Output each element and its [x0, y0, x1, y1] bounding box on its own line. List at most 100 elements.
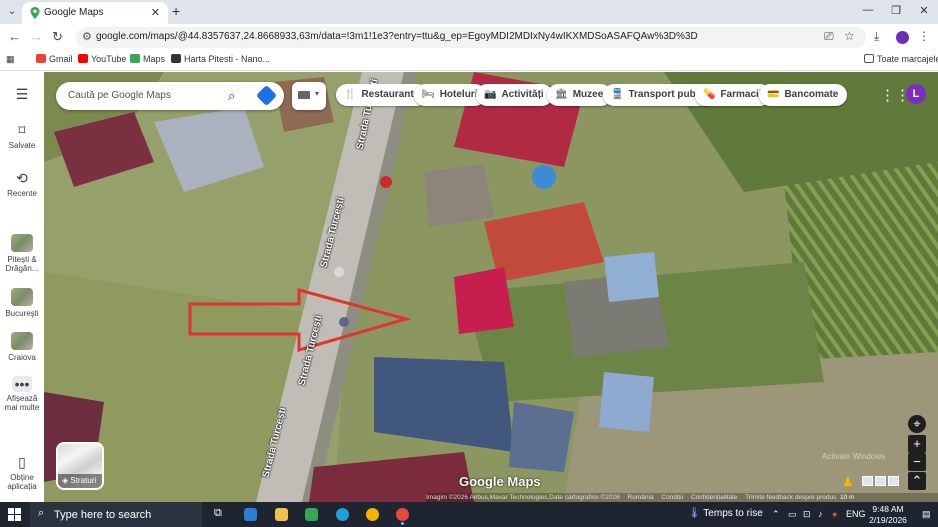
- search-input[interactable]: Caută pe Google Maps: [68, 90, 171, 101]
- saved-label: Salvate: [8, 141, 36, 150]
- search-icon: ⌕: [38, 507, 45, 519]
- file-explorer-icon[interactable]: [275, 508, 288, 521]
- windows-start-icon[interactable]: [8, 508, 22, 522]
- bookmark-icon: ⌑: [18, 122, 26, 138]
- keyboard-icon: [298, 91, 310, 99]
- chevron-down-icon: ▾: [315, 89, 320, 98]
- folder-icon: [864, 54, 874, 63]
- my-location-button[interactable]: ⌖: [908, 415, 926, 433]
- bookmark-youtube[interactable]: YouTube: [78, 54, 126, 64]
- zoom-in-button[interactable]: +: [908, 435, 926, 453]
- account-avatar[interactable]: L: [906, 84, 926, 104]
- maximize-button[interactable]: ❐: [884, 4, 908, 17]
- browser-toolbar: ← → ↻ ⚙ google.com/maps/@44.8357637,24.8…: [0, 24, 938, 51]
- bookmark-gmail[interactable]: Gmail: [36, 54, 73, 64]
- address-bar[interactable]: ⚙ google.com/maps/@44.8357637,24.8668933…: [76, 27, 866, 48]
- security-icon[interactable]: ●: [832, 509, 837, 519]
- close-window-button[interactable]: ✕: [912, 4, 936, 17]
- expand-imagery-button[interactable]: ⌃: [908, 472, 926, 490]
- battery-icon[interactable]: ▭: [788, 509, 797, 520]
- bookmark-maps[interactable]: Maps: [130, 54, 165, 64]
- tab-google-maps[interactable]: Google Maps ✕: [22, 2, 168, 24]
- terms-link[interactable]: Condiții: [661, 494, 683, 501]
- chip-label: Bancomate: [784, 89, 839, 100]
- recent-place-label: București: [5, 309, 39, 318]
- get-app-button[interactable]: ▯ Obține aplicația: [0, 454, 44, 491]
- volume-icon[interactable]: ♪: [818, 509, 823, 519]
- show-more-button[interactable]: ••• Afișează mai multe: [0, 376, 44, 412]
- back-icon[interactable]: ←: [8, 29, 21, 44]
- pegman-icon[interactable]: ♟: [842, 474, 854, 490]
- layers-label: Straturi: [70, 476, 97, 485]
- recent-place-bucuresti[interactable]: București: [0, 288, 44, 318]
- phone-icon: ▯: [18, 454, 26, 470]
- all-bookmarks-label: Toate marcajele: [877, 54, 938, 64]
- zoom-out-button[interactable]: −: [908, 453, 926, 471]
- weather-widget[interactable]: 🌡 Temps to rise: [688, 508, 763, 519]
- site-icon: [171, 54, 181, 63]
- museum-icon: 🏛: [555, 89, 568, 100]
- browser-menu-icon[interactable]: ⋮: [918, 29, 930, 43]
- bookmark-label: Maps: [143, 54, 166, 64]
- train-icon: 🚆: [611, 89, 624, 100]
- install-app-icon[interactable]: ⎚: [824, 29, 834, 44]
- search-icon[interactable]: ⌕: [228, 88, 235, 104]
- saved-button[interactable]: ⌑ Salvate: [0, 122, 44, 150]
- notifications-icon[interactable]: ▤: [922, 509, 931, 520]
- outlook-icon[interactable]: [244, 508, 257, 521]
- scale-bar[interactable]: 10 m: [840, 493, 854, 502]
- tab-close-icon[interactable]: ✕: [151, 6, 160, 19]
- all-bookmarks[interactable]: Toate marcajele: [864, 54, 938, 64]
- recent-place-craiova[interactable]: Craiova: [0, 332, 44, 362]
- map-type-toggle[interactable]: ▾: [292, 82, 326, 110]
- directions-icon[interactable]: [255, 84, 278, 107]
- weather-icon: 🌡: [688, 508, 704, 519]
- new-tab-button[interactable]: +: [172, 3, 180, 19]
- maps-side-rail: ☰ ⌑ Salvate ⟲ Recente Pitești & Drăgăn... …: [0, 72, 44, 502]
- layers-button[interactable]: ◈ Straturi: [56, 442, 104, 490]
- chip-activities[interactable]: 📷 Activități: [476, 84, 553, 106]
- minimize-button[interactable]: —: [856, 4, 880, 16]
- bookmark-label: YouTube: [91, 54, 127, 64]
- network-icon[interactable]: ⊡: [803, 509, 811, 520]
- tab-strip: ⌄ Google Maps ✕ + — ❐ ✕: [0, 0, 938, 24]
- url-text[interactable]: google.com/maps/@44.8357637,24.8668933,6…: [96, 31, 698, 42]
- imagery-thumbnails[interactable]: [862, 476, 902, 486]
- chip-label: Hoteluri: [439, 89, 478, 100]
- forward-icon[interactable]: →: [30, 29, 43, 44]
- chrome-icon[interactable]: [366, 508, 379, 521]
- task-view-icon[interactable]: ⧉: [214, 507, 222, 520]
- bookmark-star-icon[interactable]: ☆: [844, 29, 855, 43]
- menu-button[interactable]: ☰: [0, 86, 44, 105]
- downloads-icon[interactable]: ⤓: [874, 29, 879, 44]
- feedback-link[interactable]: Trimite feedback despre produs: [745, 494, 836, 501]
- satellite-map[interactable]: Strada Turcești Strada Turcești Strada T…: [44, 72, 938, 502]
- region-link[interactable]: România: [628, 494, 654, 501]
- taskbar-search[interactable]: ⌕ Type here to search: [30, 502, 202, 527]
- crosshair-icon: ⌖: [913, 416, 921, 431]
- activation-watermark: Activate Windows: [822, 452, 886, 461]
- language-indicator[interactable]: ENG: [846, 509, 866, 519]
- chip-atms[interactable]: 💳 Bancomate: [759, 84, 848, 106]
- taskbar-search-input[interactable]: Type here to search: [54, 509, 151, 521]
- browser-profile-avatar[interactable]: [896, 31, 909, 44]
- apps-grid-icon[interactable]: ▦: [6, 54, 15, 65]
- show-hidden-icons[interactable]: ⌃: [772, 509, 780, 520]
- tab-search-icon[interactable]: ⌄: [4, 4, 20, 20]
- privacy-link[interactable]: Confidențialitate: [691, 494, 738, 501]
- bookmark-harta-pitesti[interactable]: Harta Pitesti - Nano...: [171, 54, 270, 64]
- windows-taskbar: ⌕ Type here to search ⧉ 🌡 Temps to rise …: [0, 502, 938, 527]
- recent-button[interactable]: ⟲ Recente: [0, 170, 44, 198]
- edge-icon[interactable]: [336, 508, 349, 521]
- get-app-label: Obține aplicația: [7, 473, 37, 491]
- place-thumbnail: [11, 288, 33, 306]
- reload-icon[interactable]: ↻: [52, 29, 63, 45]
- spreadsheet-icon[interactable]: [305, 508, 318, 521]
- google-maps-logo: Google Maps: [459, 474, 541, 489]
- recent-place-pitesti[interactable]: Pitești & Drăgăn...: [0, 234, 44, 273]
- taskbar-clock[interactable]: 9:48 AM 2/19/2026: [868, 504, 908, 526]
- map-search-box[interactable]: Caută pe Google Maps ⌕: [56, 82, 284, 110]
- site-info-icon[interactable]: ⚙: [82, 30, 92, 43]
- maps-icon: [130, 54, 140, 63]
- chrome-active-icon[interactable]: [396, 508, 409, 521]
